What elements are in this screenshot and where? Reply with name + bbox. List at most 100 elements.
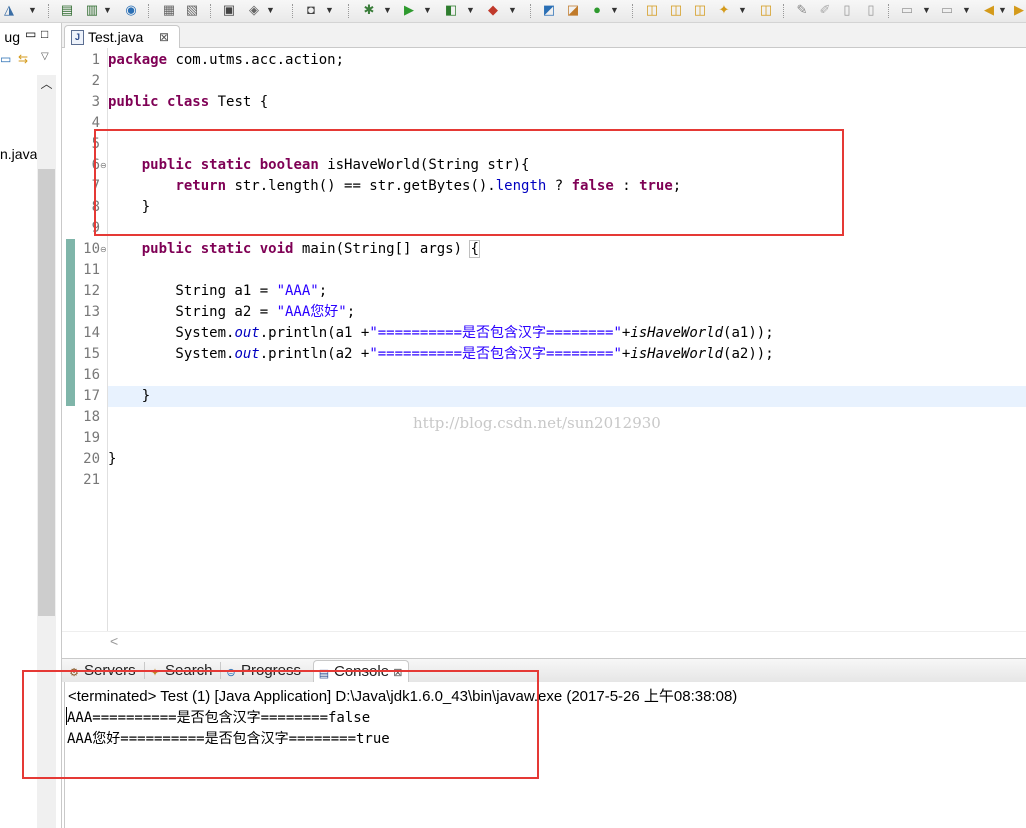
navigate-icon[interactable]: ▭ [938, 1, 956, 19]
coverage-icon[interactable]: ◧ [442, 1, 460, 19]
open-folder-icon[interactable]: ◫ [667, 1, 685, 19]
new-java-project-icon[interactable]: ◩ [540, 1, 558, 19]
toolbar-separator [888, 4, 890, 18]
globe-icon[interactable]: ◉ [122, 1, 140, 19]
code-line: String a1 = "AAA"; [108, 281, 327, 302]
forward-icon[interactable]: ▶ [1010, 1, 1026, 19]
dropdown-arrow-icon[interactable]: ▼ [266, 2, 275, 18]
dropdown-arrow-icon[interactable]: ▼ [962, 2, 971, 18]
run-icon[interactable]: ▶ [400, 1, 418, 19]
dropdown-arrow-icon[interactable]: ▼ [423, 2, 432, 18]
debug-perspective-icon[interactable]: ◮ [0, 1, 18, 19]
horizontal-scrollbar[interactable]: < [62, 631, 1026, 653]
new-class-icon[interactable]: ● [588, 1, 606, 19]
maximize-icon[interactable]: □ [41, 27, 48, 41]
view-menu-icon[interactable]: ▽ [41, 51, 49, 62]
dropdown-arrow-icon[interactable]: ▼ [738, 2, 747, 18]
code-token: (a2)); [723, 346, 774, 362]
line-number: 17 [83, 388, 100, 404]
dropdown-arrow-icon[interactable]: ▼ [610, 2, 619, 18]
dropdown-arrow-icon[interactable]: ▼ [998, 2, 1007, 18]
string-literal: "AAA您好" [276, 304, 347, 320]
new-file-icon[interactable]: ▥ [83, 1, 101, 19]
code-token: System. [108, 325, 235, 341]
back-icon[interactable]: ◀ [980, 1, 998, 19]
link-with-editor-icon[interactable]: ⇆ [18, 52, 28, 66]
code-token: .println(a1 + [259, 325, 370, 341]
code-token: String a1 = [108, 283, 277, 299]
dropdown-arrow-icon[interactable]: ▼ [922, 2, 931, 18]
scrollbar-thumb[interactable] [38, 169, 55, 616]
code-line: package com.utms.acc.action; [108, 50, 344, 71]
code-line: String a2 = "AAA您好"; [108, 302, 355, 323]
string-literal: "==========是否包含汉字========" [369, 346, 622, 362]
next-annotation-icon[interactable]: ▯ [838, 1, 856, 19]
code-line: } [108, 388, 151, 404]
external-tools-icon[interactable]: ◆ [484, 1, 502, 19]
toolbar-separator [783, 4, 785, 18]
collapse-all-icon[interactable]: ▭ [0, 52, 11, 66]
camera-icon[interactable]: ◘ [302, 1, 320, 19]
code-token: ; [346, 304, 356, 320]
line-number: 11 [83, 262, 100, 278]
fold-collapse-icon[interactable]: ⊖ [100, 239, 107, 260]
string-literal: "==========是否包含汉字========" [369, 325, 622, 341]
code-token: (a1)); [723, 325, 774, 341]
view-tab-debug[interactable]: ug [0, 26, 20, 48]
line-number: 3 [91, 94, 100, 110]
dropdown-arrow-icon[interactable]: ▼ [383, 2, 392, 18]
dropdown-arrow-icon[interactable]: ▼ [508, 2, 517, 18]
properties-icon[interactable]: ◈ [245, 1, 263, 19]
code-line: System.out.println(a2 +"==========是否包含汉字… [108, 344, 774, 365]
keyword: public [141, 241, 193, 257]
tab-test-java[interactable]: J Test.java ⊠ [64, 25, 180, 48]
debug-icon[interactable]: ✱ [360, 1, 378, 19]
dropdown-arrow-icon[interactable]: ▼ [466, 2, 475, 18]
new-server-icon[interactable]: ▤ [58, 1, 76, 19]
editor-tab-bar: J Test.java ⊠ [62, 23, 1026, 48]
static-field-token: out [234, 325, 260, 341]
open-type-icon[interactable]: ▦ [160, 1, 178, 19]
toolbar-separator [348, 4, 350, 18]
search-icon[interactable]: ✦ [715, 1, 733, 19]
code-line: public static void main(String[] args) { [108, 239, 480, 260]
code-token: String a2 = [108, 304, 277, 320]
previous-annotation-icon[interactable]: ▯ [862, 1, 880, 19]
last-edit-icon[interactable]: ▭ [898, 1, 916, 19]
scroll-up-icon[interactable]: ︿ [37, 75, 56, 93]
main-toolbar: ◮ ▼ ▤ ▥ ▼ ◉ ▦ ▧ ▣ ◈ ▼ ◘ ▼ ✱ ▼ ▶ ▼ ◧ ▼ ◆ … [0, 0, 1026, 23]
annotation-icon[interactable]: ✐ [816, 1, 834, 19]
task-icon[interactable]: ◫ [757, 1, 775, 19]
pin-icon[interactable]: ✎ [793, 1, 811, 19]
open-resource-icon[interactable]: ▧ [183, 1, 201, 19]
string-literal: "AAA" [276, 283, 319, 299]
dropdown-arrow-icon[interactable]: ▼ [103, 2, 112, 18]
new-package-icon[interactable]: ◪ [564, 1, 582, 19]
toolbar-separator [210, 4, 212, 18]
annotation-box-method [94, 129, 844, 236]
open-folder-icon[interactable]: ◫ [643, 1, 661, 19]
line-number: 18 [83, 409, 100, 425]
tree-item-java-file[interactable]: n.java [0, 146, 37, 162]
code-token: main(String[] args) [293, 241, 471, 257]
keyword: class [167, 94, 210, 110]
build-icon[interactable]: ▣ [220, 1, 238, 19]
line-number: 15 [83, 346, 100, 362]
close-icon[interactable]: ⊠ [159, 26, 169, 48]
annotation-box-console [22, 670, 539, 779]
code-token: Test { [209, 94, 269, 110]
toolbar-separator [48, 4, 50, 18]
minimize-icon[interactable]: ▭ [25, 27, 36, 41]
matching-bracket: { [469, 240, 480, 258]
keyword: public [108, 94, 159, 110]
dropdown-arrow-icon[interactable]: ▼ [28, 2, 37, 18]
toolbar-separator [632, 4, 634, 18]
line-number: 13 [83, 304, 100, 320]
tab-label: Test.java [88, 29, 144, 45]
open-folder-icon[interactable]: ◫ [691, 1, 709, 19]
line-number: 20 [83, 451, 100, 467]
scroll-left-icon[interactable]: < [110, 633, 118, 649]
dropdown-arrow-icon[interactable]: ▼ [325, 2, 334, 18]
java-file-icon: J [71, 30, 84, 45]
